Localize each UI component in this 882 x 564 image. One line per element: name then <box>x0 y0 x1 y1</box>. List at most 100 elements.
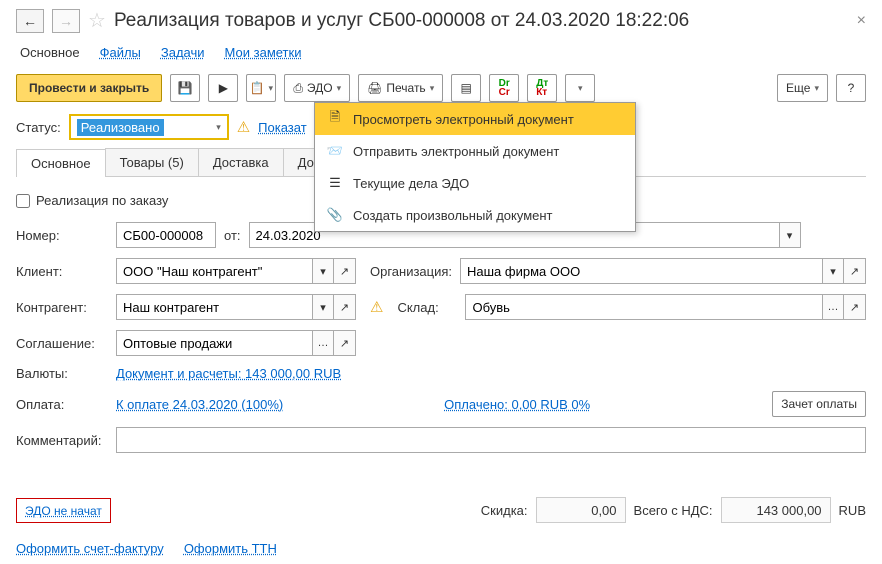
comment-input[interactable] <box>116 427 866 453</box>
document-icon: 🗎 <box>327 111 343 127</box>
more-button[interactable]: Еще ▾ <box>777 74 828 102</box>
date-picker-button[interactable]: ▾ <box>779 222 801 248</box>
send-icon: 📨 <box>327 143 343 159</box>
status-select[interactable]: Реализовано ▾ <box>69 114 229 140</box>
printer-icon: 🖨 <box>367 81 382 95</box>
contragent-open-button[interactable]: ↗ <box>334 294 356 320</box>
chevron-down-icon: ▾ <box>216 122 221 133</box>
more-label: Еще <box>786 81 810 95</box>
extra-action-button[interactable]: ▾ <box>565 74 595 102</box>
edo-status-box: ЭДО не начат <box>16 498 111 523</box>
close-icon[interactable]: × <box>857 12 866 30</box>
drcr-button[interactable]: DrCr <box>489 74 519 102</box>
drcr-icon: DrCr <box>499 79 510 97</box>
report-button[interactable]: ▤ <box>451 74 481 102</box>
total-value: 143 000,00 <box>721 497 831 523</box>
create-based-on-button[interactable]: 📋▾ <box>246 74 276 102</box>
by-order-label: Реализация по заказу <box>36 193 168 208</box>
discount-label: Скидка: <box>481 503 528 518</box>
payment-link[interactable]: К оплате 24.03.2020 (100%) <box>116 397 283 412</box>
edo-menu-view-label: Просмотреть электронный документ <box>353 112 574 127</box>
attach-icon: 📎 <box>327 207 343 223</box>
client-label: Клиент: <box>16 264 116 279</box>
edo-menu-current-label: Текущие дела ЭДО <box>353 176 469 191</box>
number-input[interactable] <box>116 222 216 248</box>
org-input[interactable] <box>460 258 822 284</box>
chevron-down-icon: ▾ <box>269 83 274 94</box>
copy-icon: 📋 <box>250 81 265 95</box>
contragent-label: Контрагент: <box>16 300 116 315</box>
edo-menu-create-label: Создать произвольный документ <box>353 208 553 223</box>
tab-main[interactable]: Основное <box>16 149 106 177</box>
post-and-close-button[interactable]: Провести и закрыть <box>16 74 162 102</box>
create-invoice-link[interactable]: Оформить счет-фактуру <box>16 541 164 556</box>
date-label: от: <box>224 228 241 243</box>
client-open-button[interactable]: ↗ <box>334 258 356 284</box>
edo-menu-current[interactable]: ☰ Текущие дела ЭДО <box>315 167 635 199</box>
payment-label: Оплата: <box>16 397 116 412</box>
page-title: Реализация товаров и услуг СБ00-000008 о… <box>114 10 689 32</box>
help-button[interactable]: ? <box>836 74 866 102</box>
edo-label: ЭДО <box>307 81 333 95</box>
navtab-main[interactable]: Основное <box>20 45 80 60</box>
edo-dropdown-menu: 🗎 Просмотреть электронный документ 📨 Отп… <box>314 102 636 232</box>
section-navtabs: Основное Файлы Задачи Мои заметки <box>16 45 866 60</box>
save-button[interactable]: 💾 <box>170 74 200 102</box>
agreement-label: Соглашение: <box>16 336 116 351</box>
org-label: Организация: <box>370 264 460 279</box>
print-label: Печать <box>386 81 425 95</box>
paid-link[interactable]: Оплачено: 0,00 RUB 0% <box>444 397 590 412</box>
agreement-open-button[interactable]: ↗ <box>334 330 356 356</box>
contragent-dropdown-button[interactable]: ▾ <box>312 294 334 320</box>
edo-status-link[interactable]: ЭДО не начат <box>25 504 102 518</box>
create-ttn-link[interactable]: Оформить ТТН <box>184 541 277 556</box>
client-dropdown-button[interactable]: ▾ <box>312 258 334 284</box>
agreement-input[interactable] <box>116 330 312 356</box>
offset-payment-button[interactable]: Зачет оплаты <box>772 391 866 417</box>
warehouse-open-button[interactable]: ↗ <box>844 294 866 320</box>
warehouse-input[interactable] <box>465 294 822 320</box>
post-button[interactable]: ▶ <box>208 74 238 102</box>
status-label: Статус: <box>16 120 61 135</box>
warehouse-label: Склад: <box>397 300 465 315</box>
dtkt-icon: ДтКт <box>536 79 548 97</box>
dtkt-button[interactable]: ДтКт <box>527 74 557 102</box>
edo-icon: ⎙ <box>293 81 303 96</box>
tab-delivery[interactable]: Доставка <box>198 148 284 176</box>
floppy-icon: 💾 <box>178 81 193 95</box>
contragent-input[interactable] <box>116 294 312 320</box>
edo-button[interactable]: ⎙ ЭДО ▾ <box>284 74 350 102</box>
navtab-files[interactable]: Файлы <box>100 45 141 60</box>
number-label: Номер: <box>16 228 116 243</box>
currency-link[interactable]: Документ и расчеты: 143 000,00 RUB <box>116 366 341 381</box>
post-icon: ▶ <box>219 81 228 95</box>
edo-menu-view[interactable]: 🗎 Просмотреть электронный документ <box>315 103 635 135</box>
total-label: Всего с НДС: <box>634 503 713 518</box>
by-order-checkbox[interactable] <box>16 194 30 208</box>
discount-value: 0,00 <box>536 497 626 523</box>
warehouse-more-button[interactable]: … <box>822 294 844 320</box>
currency-label: Валюты: <box>16 366 116 381</box>
comment-label: Комментарий: <box>16 433 116 448</box>
report-icon: ▤ <box>461 81 472 95</box>
edo-menu-send[interactable]: 📨 Отправить электронный документ <box>315 135 635 167</box>
navtab-tasks[interactable]: Задачи <box>161 45 205 60</box>
favorite-star-icon[interactable]: ☆ <box>88 8 106 33</box>
currency-label: RUB <box>839 503 866 518</box>
tab-goods[interactable]: Товары (5) <box>105 148 199 176</box>
warning-icon: ⚠ <box>370 298 383 316</box>
agreement-more-button[interactable]: … <box>312 330 334 356</box>
status-value: Реализовано <box>77 119 164 136</box>
show-link[interactable]: Показат <box>258 120 307 135</box>
chevron-down-icon: ▾ <box>578 83 583 94</box>
chevron-down-icon: ▾ <box>337 83 342 94</box>
nav-back-button[interactable]: ← <box>16 9 44 33</box>
client-input[interactable] <box>116 258 312 284</box>
org-dropdown-button[interactable]: ▾ <box>822 258 844 284</box>
print-button[interactable]: 🖨 Печать ▾ <box>358 74 443 102</box>
edo-menu-send-label: Отправить электронный документ <box>353 144 559 159</box>
org-open-button[interactable]: ↗ <box>844 258 866 284</box>
navtab-notes[interactable]: Мои заметки <box>225 45 302 60</box>
edo-menu-create[interactable]: 📎 Создать произвольный документ <box>315 199 635 231</box>
nav-forward-button[interactable]: → <box>52 9 80 33</box>
